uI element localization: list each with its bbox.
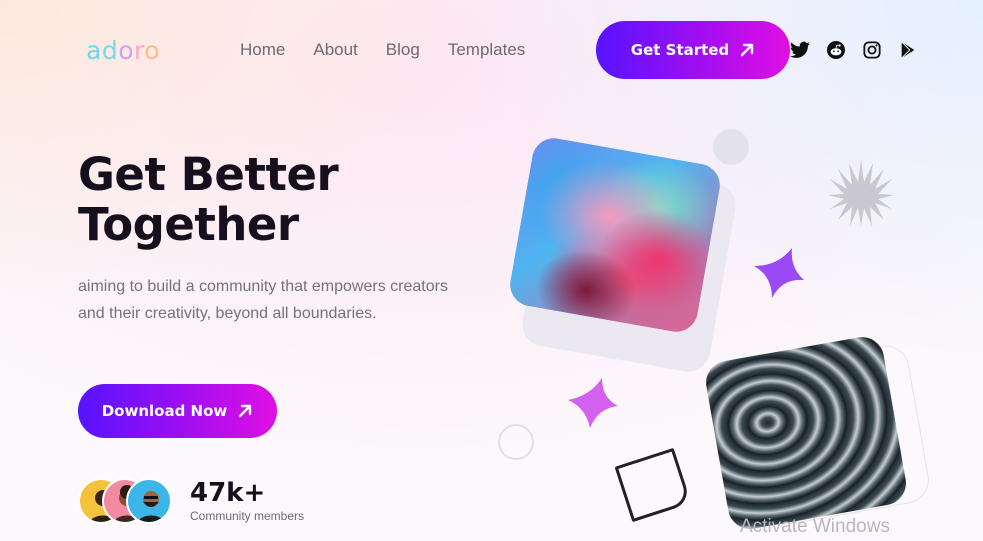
nav-home[interactable]: Home (240, 40, 285, 60)
community-count: 47k+ (190, 478, 266, 508)
play-store-icon[interactable] (898, 40, 918, 60)
arrow-up-right-icon (739, 42, 755, 58)
get-started-label: Get Started (630, 41, 730, 59)
logo-letter: o (144, 36, 161, 65)
decorative-square (614, 447, 692, 523)
abstract-art-card-marble (702, 333, 910, 533)
twitter-icon[interactable] (790, 40, 810, 60)
hero-title-line-1: Get Better (78, 148, 339, 201)
hero-title-line-2: Together (78, 198, 299, 251)
hero-subtitle: aiming to build a community that empower… (78, 278, 448, 322)
logo[interactable]: adoro (86, 36, 160, 65)
hero-title: Get Better Together (78, 148, 339, 251)
reddit-icon[interactable] (826, 40, 846, 60)
community-avatars (78, 478, 174, 524)
windows-watermark: Activate Windows (740, 516, 890, 537)
logo-letter: r (134, 36, 145, 65)
logo-letter: o (118, 36, 134, 65)
main-nav: Home About Blog Templates (240, 40, 553, 60)
starburst-icon (828, 160, 894, 226)
sparkle-icon (568, 378, 618, 428)
nav-about[interactable]: About (313, 40, 357, 60)
community-label: Community members (190, 509, 305, 523)
decorative-circle (713, 129, 749, 165)
social-links (790, 40, 918, 60)
sparkle-icon (754, 248, 804, 298)
abstract-art-card-colorful (506, 134, 724, 336)
instagram-icon[interactable] (862, 40, 882, 60)
arrow-up-right-icon (237, 403, 253, 419)
avatar (126, 478, 172, 524)
download-now-label: Download Now (101, 402, 228, 420)
decorative-ring (498, 424, 534, 460)
nav-blog[interactable]: Blog (386, 40, 420, 60)
get-started-button[interactable]: Get Started (596, 21, 790, 79)
logo-letter: d (101, 36, 119, 65)
nav-templates[interactable]: Templates (448, 40, 525, 60)
logo-letter: a (86, 36, 102, 65)
download-now-button[interactable]: Download Now (78, 384, 277, 438)
